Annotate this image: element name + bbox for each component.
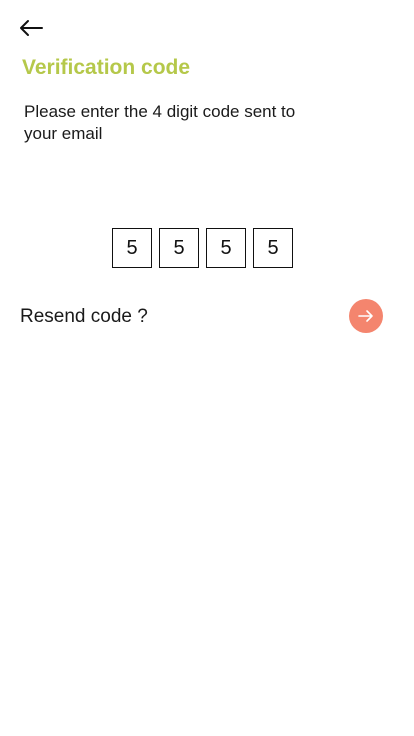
verification-code-input: 5 5 5 5: [112, 228, 293, 268]
page-title: Verification code: [22, 56, 191, 79]
arrow-right-icon: [357, 309, 375, 323]
next-button[interactable]: [349, 299, 383, 333]
back-button[interactable]: [18, 14, 50, 42]
arrow-left-icon: [18, 19, 44, 37]
code-digit-2[interactable]: 5: [159, 228, 199, 268]
code-digit-3[interactable]: 5: [206, 228, 246, 268]
code-digit-1[interactable]: 5: [112, 228, 152, 268]
resend-code-link[interactable]: Resend code ?: [20, 306, 148, 328]
code-digit-4[interactable]: 5: [253, 228, 293, 268]
instructions-text: Please enter the 4 digit code sent to yo…: [24, 102, 296, 143]
